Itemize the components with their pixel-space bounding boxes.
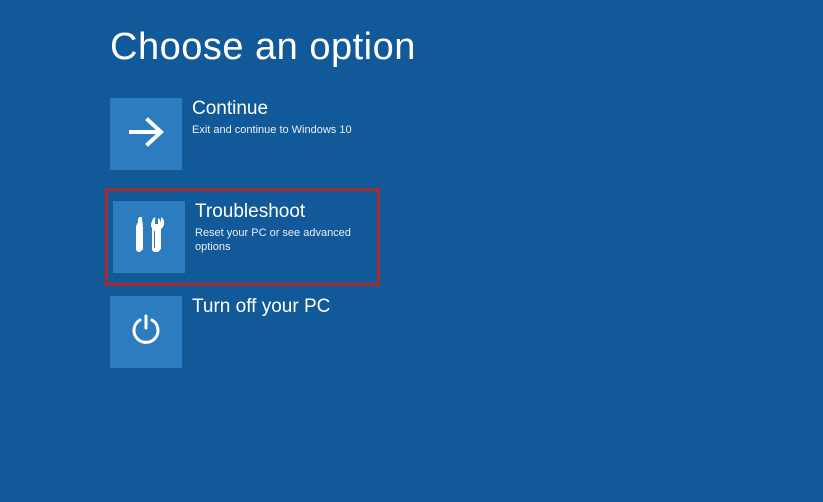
troubleshoot-subtitle: Reset your PC or see advanced options: [195, 226, 367, 255]
troubleshoot-text: Troubleshoot Reset your PC or see advanc…: [185, 201, 367, 254]
power-icon: [128, 312, 164, 353]
turnoff-text: Turn off your PC: [182, 296, 330, 321]
continue-text: Continue Exit and continue to Windows 10: [182, 98, 352, 137]
continue-subtitle: Exit and continue to Windows 10: [192, 123, 352, 137]
turnoff-title: Turn off your PC: [192, 296, 330, 319]
option-troubleshoot[interactable]: Troubleshoot Reset your PC or see advanc…: [113, 201, 367, 273]
option-continue[interactable]: Continue Exit and continue to Windows 10: [110, 98, 370, 170]
continue-title: Continue: [192, 98, 352, 121]
option-turnoff[interactable]: Turn off your PC: [110, 296, 370, 368]
arrow-right-icon: [125, 111, 167, 158]
continue-tile: [110, 98, 182, 170]
tools-icon: [128, 214, 170, 261]
options-list: Continue Exit and continue to Windows 10: [110, 98, 370, 368]
turnoff-tile: [110, 296, 182, 368]
highlight-annotation: Troubleshoot Reset your PC or see advanc…: [105, 188, 380, 286]
page-title: Choose an option: [110, 26, 416, 69]
troubleshoot-tile: [113, 201, 185, 273]
troubleshoot-title: Troubleshoot: [195, 201, 367, 224]
